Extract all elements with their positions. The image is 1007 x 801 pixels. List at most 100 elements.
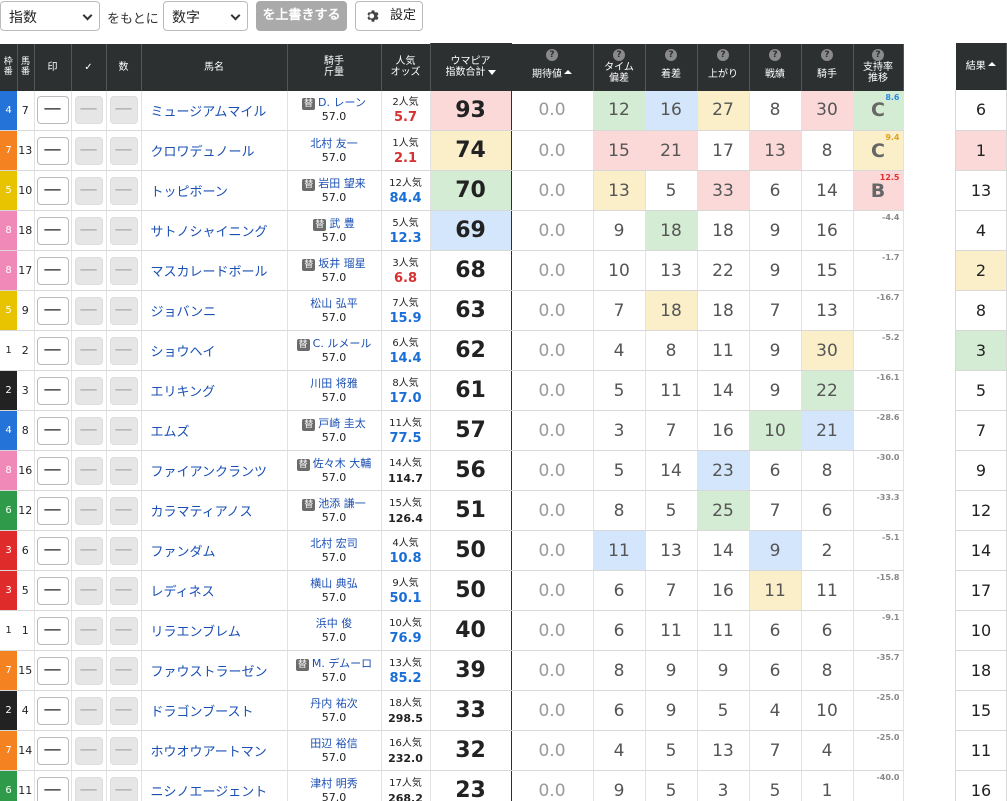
count-button[interactable]: — — [109, 616, 138, 645]
mark-button[interactable]: — — [36, 576, 69, 605]
check-button[interactable]: — — [74, 536, 103, 565]
horse-name-link[interactable]: ファンダム — [141, 530, 288, 571]
horse-name-link[interactable]: トッピボーン — [141, 170, 288, 211]
jockey-name-link[interactable]: 川田 将雅 — [310, 377, 358, 390]
jockey-name-link[interactable]: 坂井 瑠星 — [318, 257, 366, 270]
jockey-name-link[interactable]: 松山 弘平 — [310, 297, 358, 310]
count-button[interactable]: — — [109, 136, 138, 165]
mark-button[interactable]: — — [36, 456, 69, 485]
count-button[interactable]: — — [109, 96, 138, 125]
jockey-name-link[interactable]: C. ルメール — [313, 337, 372, 350]
col-waku[interactable]: 枠番 — [0, 43, 18, 91]
jockey-name-link[interactable]: 津村 明秀 — [310, 777, 358, 790]
col-last3f[interactable]: ? 上がり — [697, 43, 750, 91]
col-record[interactable]: ? 戦績 — [749, 43, 802, 91]
horse-name-link[interactable]: ミュージアムマイル — [141, 90, 288, 131]
jockey-name-link[interactable]: 北村 友一 — [310, 137, 358, 150]
count-button[interactable]: — — [109, 696, 138, 725]
count-button[interactable]: — — [109, 776, 138, 801]
jockey-name-link[interactable]: D. レーン — [318, 96, 366, 109]
jockey-name-link[interactable]: 岩田 望来 — [318, 177, 366, 190]
horse-name-link[interactable]: サトノシャイニング — [141, 210, 288, 251]
mark-button[interactable]: — — [36, 696, 69, 725]
mark-button[interactable]: — — [36, 216, 69, 245]
horse-name-link[interactable]: エリキング — [141, 370, 288, 411]
jockey-name-link[interactable]: 北村 宏司 — [310, 537, 358, 550]
horse-name-link[interactable]: カラマティアノス — [141, 490, 288, 531]
check-button[interactable]: — — [74, 96, 103, 125]
count-button[interactable]: — — [109, 496, 138, 525]
col-margin[interactable]: ? 着差 — [645, 43, 698, 91]
check-button[interactable]: — — [74, 176, 103, 205]
help-icon[interactable]: ? — [821, 48, 833, 61]
check-button[interactable]: — — [74, 496, 103, 525]
count-button[interactable]: — — [109, 656, 138, 685]
mark-button[interactable]: — — [36, 336, 69, 365]
horse-name-link[interactable]: ジョバンニ — [141, 290, 288, 331]
horse-name-link[interactable]: ファイアンクランツ — [141, 450, 288, 491]
mark-button[interactable]: — — [36, 376, 69, 405]
count-button[interactable]: — — [109, 216, 138, 245]
check-button[interactable]: — — [74, 616, 103, 645]
check-button[interactable]: — — [74, 776, 103, 801]
col-time[interactable]: ? タイム 偏差 — [593, 43, 646, 91]
jockey-name-link[interactable]: M. デムーロ — [312, 657, 372, 670]
mark-button[interactable]: — — [36, 256, 69, 285]
help-icon[interactable]: ? — [769, 48, 781, 61]
help-icon[interactable]: ? — [546, 48, 558, 61]
count-button[interactable]: — — [109, 296, 138, 325]
mark-button[interactable]: — — [36, 416, 69, 445]
count-button[interactable]: — — [109, 736, 138, 765]
jockey-name-link[interactable]: 丹内 祐次 — [310, 697, 358, 710]
help-icon[interactable]: ? — [717, 48, 729, 61]
horse-name-link[interactable]: ニシノエージェント — [141, 770, 288, 801]
check-button[interactable]: — — [74, 256, 103, 285]
mark-button[interactable]: — — [36, 616, 69, 645]
check-button[interactable]: — — [74, 576, 103, 605]
settings-button[interactable]: 設定 — [355, 1, 423, 31]
check-button[interactable]: — — [74, 336, 103, 365]
horse-name-link[interactable]: レディネス — [141, 570, 288, 611]
help-icon[interactable]: ? — [872, 48, 884, 61]
mark-button[interactable]: — — [36, 296, 69, 325]
col-expected-value[interactable]: ? 期待値 — [511, 43, 594, 91]
horse-name-link[interactable]: ドラゴンブースト — [141, 690, 288, 731]
jockey-name-link[interactable]: 田辺 裕信 — [310, 737, 358, 750]
overwrite-button[interactable]: を上書きする — [256, 1, 347, 31]
horse-name-link[interactable]: エムズ — [141, 410, 288, 451]
col-jockey-index[interactable]: ? 騎手 — [801, 43, 854, 91]
check-button[interactable]: — — [74, 736, 103, 765]
jockey-name-link[interactable]: 戸崎 圭太 — [318, 417, 366, 430]
mark-button[interactable]: — — [36, 136, 69, 165]
mark-button[interactable]: — — [36, 96, 69, 125]
jockey-name-link[interactable]: 横山 典弘 — [310, 577, 358, 590]
horse-name-link[interactable]: マスカレードボール — [141, 250, 288, 291]
col-support-trend[interactable]: ? 支持率 推移 — [853, 43, 904, 91]
horse-name-link[interactable]: リラエンブレム — [141, 610, 288, 651]
count-button[interactable]: — — [109, 176, 138, 205]
count-button[interactable]: — — [109, 456, 138, 485]
mark-button[interactable]: — — [36, 176, 69, 205]
check-button[interactable]: — — [74, 296, 103, 325]
mark-button[interactable]: — — [36, 536, 69, 565]
count-button[interactable]: — — [109, 336, 138, 365]
col-total-index[interactable]: ウマピア 指数合計 — [429, 43, 512, 91]
mark-button[interactable]: — — [36, 736, 69, 765]
horse-name-link[interactable]: ショウヘイ — [141, 330, 288, 371]
index-select[interactable]: 指数 — [0, 1, 100, 31]
mark-button[interactable]: — — [36, 776, 69, 801]
check-button[interactable]: — — [74, 416, 103, 445]
col-umaban[interactable]: 馬番 — [17, 43, 35, 91]
count-button[interactable]: — — [109, 256, 138, 285]
value-select[interactable]: 数字 — [163, 1, 248, 31]
count-button[interactable]: — — [109, 416, 138, 445]
jockey-name-link[interactable]: 佐々木 大輔 — [313, 457, 372, 470]
mark-button[interactable]: — — [36, 496, 69, 525]
jockey-name-link[interactable]: 浜中 俊 — [316, 617, 353, 630]
count-button[interactable]: — — [109, 536, 138, 565]
jockey-name-link[interactable]: 武 豊 — [329, 217, 355, 230]
horse-name-link[interactable]: ホウオウアートマン — [141, 730, 288, 771]
check-button[interactable]: — — [74, 656, 103, 685]
col-result[interactable]: 結果 — [955, 43, 1007, 90]
help-icon[interactable]: ? — [665, 48, 677, 61]
